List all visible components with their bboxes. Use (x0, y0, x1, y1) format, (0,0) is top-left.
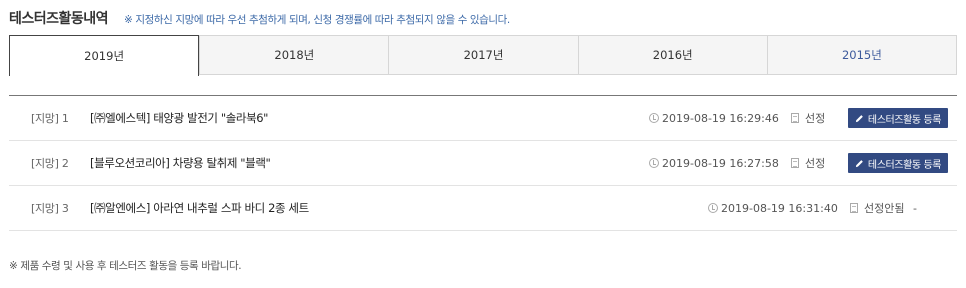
product-name: [㈜알엔에스] 아라연 내추럴 스파 바디 2종 세트 (90, 201, 309, 215)
preference-rank: [지망] 2 (31, 157, 69, 170)
selection-status: 선정 (805, 157, 826, 170)
footer-note: ※ 제품 수령 및 사용 후 테스터즈 활동을 등록 바랍니다. (9, 260, 242, 272)
tab-2019[interactable]: 2019년 (9, 35, 200, 76)
selection-notice: ※ 지정하신 지망에 따라 우선 추첨하게 되며, 신청 경쟁률에 따라 추첨되… (124, 14, 510, 26)
pencil-icon (855, 159, 863, 167)
list-item: [지망] 3 [㈜알엔에스] 아라연 내추럴 스파 바디 2종 세트 2019-… (9, 186, 957, 231)
tab-2016[interactable]: 2016년 (577, 36, 767, 74)
document-icon (791, 113, 799, 123)
clock-icon (708, 203, 718, 213)
list-item: [지망] 2 [블루오션코리아] 차량용 탈취제 "블랙" 2019-08-19… (9, 141, 957, 186)
pencil-icon (855, 114, 863, 122)
selection-status: 선정 (805, 112, 826, 125)
tab-2015[interactable]: 2015년 (766, 36, 956, 74)
clock-icon (649, 158, 659, 168)
applied-datetime: 2019-08-19 16:31:40 (721, 201, 838, 215)
product-name: [블루오션코리아] 차량용 탈취제 "블랙" (90, 156, 271, 170)
register-activity-label: 테스터즈활동 등록 (867, 159, 942, 171)
tab-2018[interactable]: 2018년 (199, 36, 388, 74)
page-title: 테스터즈활동내역 (9, 11, 109, 27)
preference-rank: [지망] 1 (31, 112, 69, 125)
product-name: [㈜엘에스텍] 태양광 발전기 "솔라북6" (90, 111, 269, 125)
clock-icon (649, 113, 659, 123)
register-activity-label: 테스터즈활동 등록 (867, 114, 942, 126)
no-action-dash: - (913, 201, 917, 215)
year-tabs: 2019년 2018년 2017년 2016년 2015년 (9, 35, 957, 76)
tab-2017[interactable]: 2017년 (388, 36, 577, 74)
applied-datetime: 2019-08-19 16:29:46 (662, 111, 779, 125)
preference-rank: [지망] 3 (31, 202, 69, 215)
register-activity-button[interactable]: 테스터즈활동 등록 (848, 153, 948, 173)
activity-list: [지망] 1 [㈜엘에스텍] 태양광 발전기 "솔라북6" 2019-08-19… (9, 95, 957, 231)
document-icon (791, 158, 799, 168)
section-header: 테스터즈활동내역 ※ 지정하신 지망에 따라 우선 추첨하게 되며, 신청 경쟁… (9, 8, 510, 28)
list-item: [지망] 1 [㈜엘에스텍] 태양광 발전기 "솔라북6" 2019-08-19… (9, 96, 957, 141)
document-icon (850, 203, 858, 213)
register-activity-button[interactable]: 테스터즈활동 등록 (848, 108, 948, 128)
selection-status: 선정안됨 (864, 202, 905, 215)
applied-datetime: 2019-08-19 16:27:58 (662, 156, 779, 170)
